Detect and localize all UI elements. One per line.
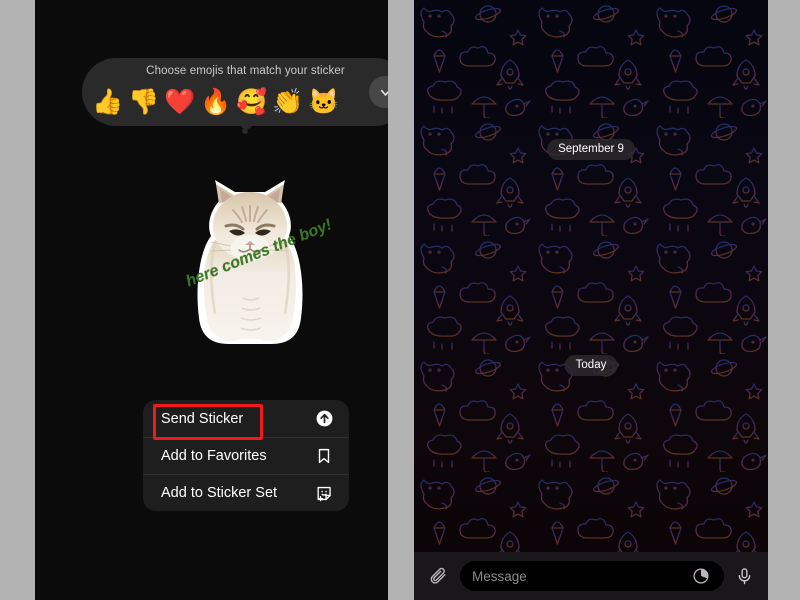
clapping-hands-emoji[interactable]: 👏 xyxy=(270,85,306,119)
date-divider-september-9: September 9 xyxy=(547,139,635,160)
red-heart-emoji[interactable]: ❤️ xyxy=(162,85,198,119)
menu-item-add-to-favorites-label: Add to Favorites xyxy=(161,448,267,464)
sticker-context-menu: Send Sticker Add to Favorites Add to Sti… xyxy=(143,400,349,511)
menu-item-add-to-sticker-set-label: Add to Sticker Set xyxy=(161,485,278,501)
sticker-icon[interactable] xyxy=(690,565,712,587)
screenshot-root: Choose emojis that match your sticker 👍 … xyxy=(0,0,800,600)
smiling-face-with-hearts-emoji[interactable]: 🥰 xyxy=(234,85,270,119)
menu-item-add-to-favorites[interactable]: Add to Favorites xyxy=(143,437,349,474)
date-divider-today: Today xyxy=(564,355,618,376)
thumbs-down-emoji[interactable]: 👎 xyxy=(126,85,162,119)
menu-item-send-sticker[interactable]: Send Sticker xyxy=(143,400,349,437)
chat-screen: September 9 Today xyxy=(414,0,768,600)
menu-item-add-to-sticker-set[interactable]: Add to Sticker Set xyxy=(143,474,349,511)
bookmark-icon xyxy=(313,445,335,467)
menu-item-send-sticker-label: Send Sticker xyxy=(161,410,244,427)
emoji-picker-bar: Choose emojis that match your sticker 👍 … xyxy=(82,58,388,126)
chat-doodle-background xyxy=(414,0,768,600)
emoji-picker-title: Choose emojis that match your sticker xyxy=(146,65,345,77)
emoji-list: 👍 👎 ❤️ 🔥 🥰 👏 🐱 xyxy=(90,84,388,120)
sticker-add-icon xyxy=(313,482,335,504)
picker-tail-small xyxy=(242,128,248,134)
sticker-preview-screen: Choose emojis that match your sticker 👍 … xyxy=(35,0,388,600)
microphone-icon[interactable] xyxy=(730,561,758,591)
arrow-up-circle-icon xyxy=(313,408,335,430)
message-input-placeholder: Message xyxy=(472,568,527,584)
paperclip-icon[interactable] xyxy=(424,561,454,591)
fire-emoji[interactable]: 🔥 xyxy=(198,85,234,119)
thumbs-up-emoji[interactable]: 👍 xyxy=(90,85,126,119)
cat-face-emoji[interactable]: 🐱 xyxy=(306,85,342,119)
sticker-preview-image[interactable]: here comes the boy! xyxy=(184,178,334,346)
message-input-bar: Message xyxy=(414,552,768,600)
message-input-field[interactable]: Message xyxy=(460,561,724,591)
